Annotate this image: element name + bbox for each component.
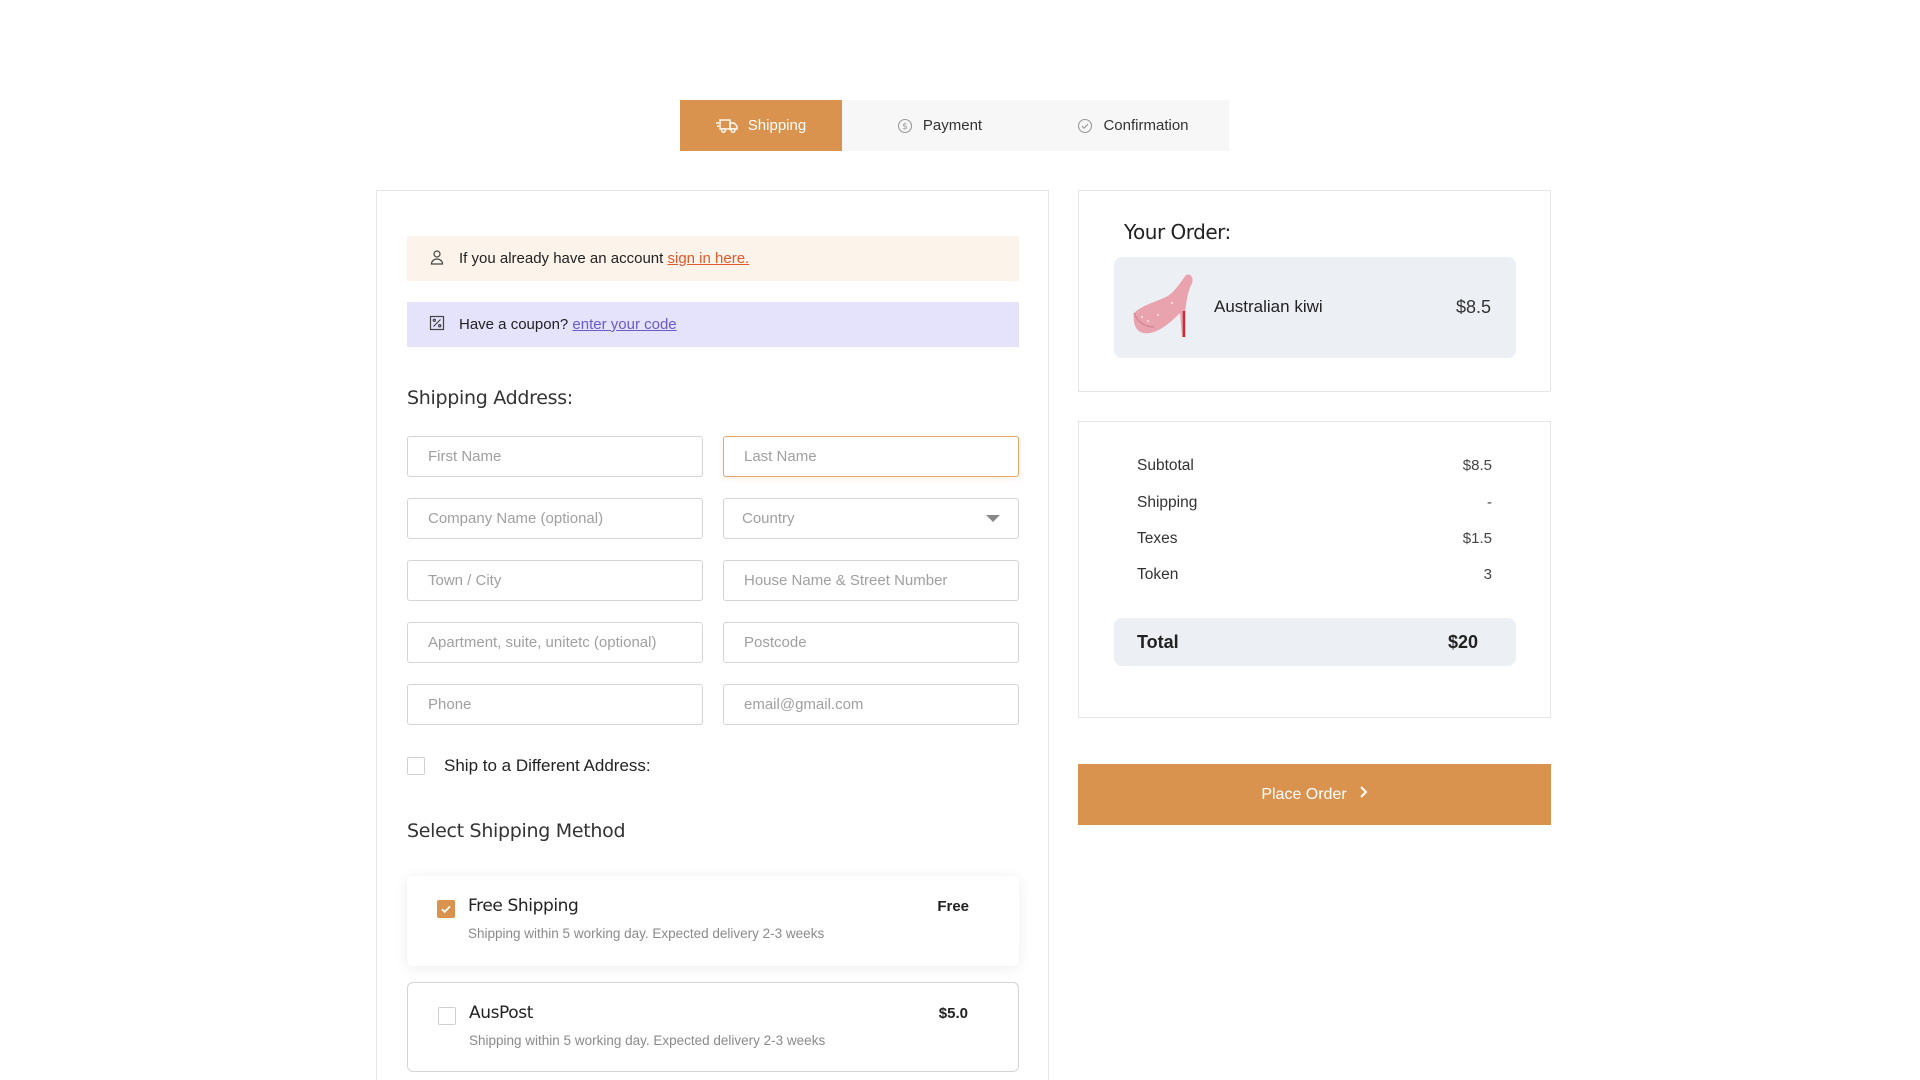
product-thumbnail [1128, 271, 1198, 343]
shipping-method-title: Select Shipping Method [407, 820, 626, 842]
order-item-price: $8.5 [1455, 297, 1491, 317]
free-shipping-checkbox[interactable] [437, 900, 455, 918]
email-input[interactable] [723, 684, 1019, 725]
enter-coupon-link[interactable]: enter your code [572, 316, 676, 333]
subtotal-label: Subtotal [1137, 457, 1194, 474]
order-totals-panel: Subtotal $8.5 Shipping - Texes $1.5 Toke… [1078, 421, 1551, 718]
taxes-row: Texes $1.5 [1137, 530, 1492, 548]
dollar-circle-icon: $ [897, 118, 913, 134]
subtotal-value: $8.5 [1462, 457, 1492, 474]
checkout-form-panel: If you already have an account sign in h… [376, 190, 1049, 1080]
check-icon [441, 905, 451, 914]
svg-text:$: $ [902, 122, 908, 132]
chevron-down-icon [986, 515, 1000, 522]
account-notice-text: If you already have an account [459, 250, 664, 267]
order-item-name: Australian kiwi [1214, 297, 1323, 316]
chevron-right-icon [1359, 785, 1368, 804]
ship-different-checkbox[interactable] [407, 757, 425, 775]
place-order-label: Place Order [1261, 785, 1347, 803]
tab-payment-label: Payment [922, 117, 983, 134]
shipping-option-auspost[interactable]: AusPost Shipping within 5 working day. E… [407, 982, 1019, 1072]
user-icon [429, 249, 445, 269]
sign-in-link[interactable]: sign in here. [667, 250, 749, 267]
place-order-button[interactable]: Place Order [1078, 764, 1551, 825]
apartment-input[interactable] [407, 622, 703, 663]
checkout-steps: Shipping $ Payment Confirmation [680, 100, 1229, 151]
token-label: Token [1137, 566, 1179, 583]
shipping-option-desc: Shipping within 5 working day. Expected … [469, 1033, 826, 1048]
token-row: Token 3 [1137, 566, 1492, 584]
tab-confirmation[interactable]: Confirmation [1037, 100, 1229, 151]
tab-payment[interactable]: $ Payment [842, 100, 1037, 151]
shipping-address-title: Shipping Address: [407, 387, 573, 409]
coupon-notice-text: Have a coupon? [459, 316, 569, 333]
last-name-input[interactable] [723, 436, 1019, 477]
total-row: Total $20 [1114, 618, 1516, 666]
truck-icon [715, 118, 738, 134]
tab-confirmation-label: Confirmation [1103, 117, 1189, 134]
postcode-input[interactable] [723, 622, 1019, 663]
shipping-option-name: AusPost [469, 1003, 534, 1023]
shipping-option-price: $5.0 [938, 1005, 968, 1022]
auspost-checkbox[interactable] [438, 1007, 456, 1025]
shipping-option-price: Free [937, 898, 969, 915]
order-item: Australian kiwi $8.5 [1114, 257, 1516, 358]
shipping-option-name: Free Shipping [468, 896, 579, 916]
country-select[interactable]: Country [723, 498, 1019, 539]
shipping-option-free[interactable]: Free Shipping Shipping within 5 working … [407, 876, 1019, 966]
tab-shipping[interactable]: Shipping [680, 100, 842, 151]
taxes-label: Texes [1137, 530, 1178, 547]
your-order-title: Your Order: [1124, 220, 1231, 244]
account-notice: If you already have an account sign in h… [407, 236, 1019, 281]
shipping-row: Shipping - [1137, 494, 1492, 512]
company-name-input[interactable] [407, 498, 703, 539]
ship-different-label: Ship to a Different Address: [444, 756, 651, 775]
house-street-input[interactable] [723, 560, 1019, 601]
shipping-option-desc: Shipping within 5 working day. Expected … [468, 926, 825, 941]
check-circle-icon [1077, 118, 1093, 134]
taxes-value: $1.5 [1462, 530, 1492, 547]
total-value: $20 [1447, 631, 1478, 652]
your-order-panel: Your Order: Australian kiwi $8.5 [1078, 190, 1551, 392]
phone-input[interactable] [407, 684, 703, 725]
first-name-input[interactable] [407, 436, 703, 477]
coupon-icon [429, 315, 445, 335]
shipping-value: - [1487, 494, 1492, 511]
town-city-input[interactable] [407, 560, 703, 601]
total-label: Total [1137, 631, 1179, 652]
coupon-notice: Have a coupon? enter your code [407, 302, 1019, 347]
country-select-placeholder: Country [742, 510, 795, 527]
tab-shipping-label: Shipping [747, 117, 807, 134]
subtotal-row: Subtotal $8.5 [1137, 457, 1492, 475]
token-value: 3 [1483, 566, 1492, 583]
shipping-label: Shipping [1137, 494, 1198, 511]
